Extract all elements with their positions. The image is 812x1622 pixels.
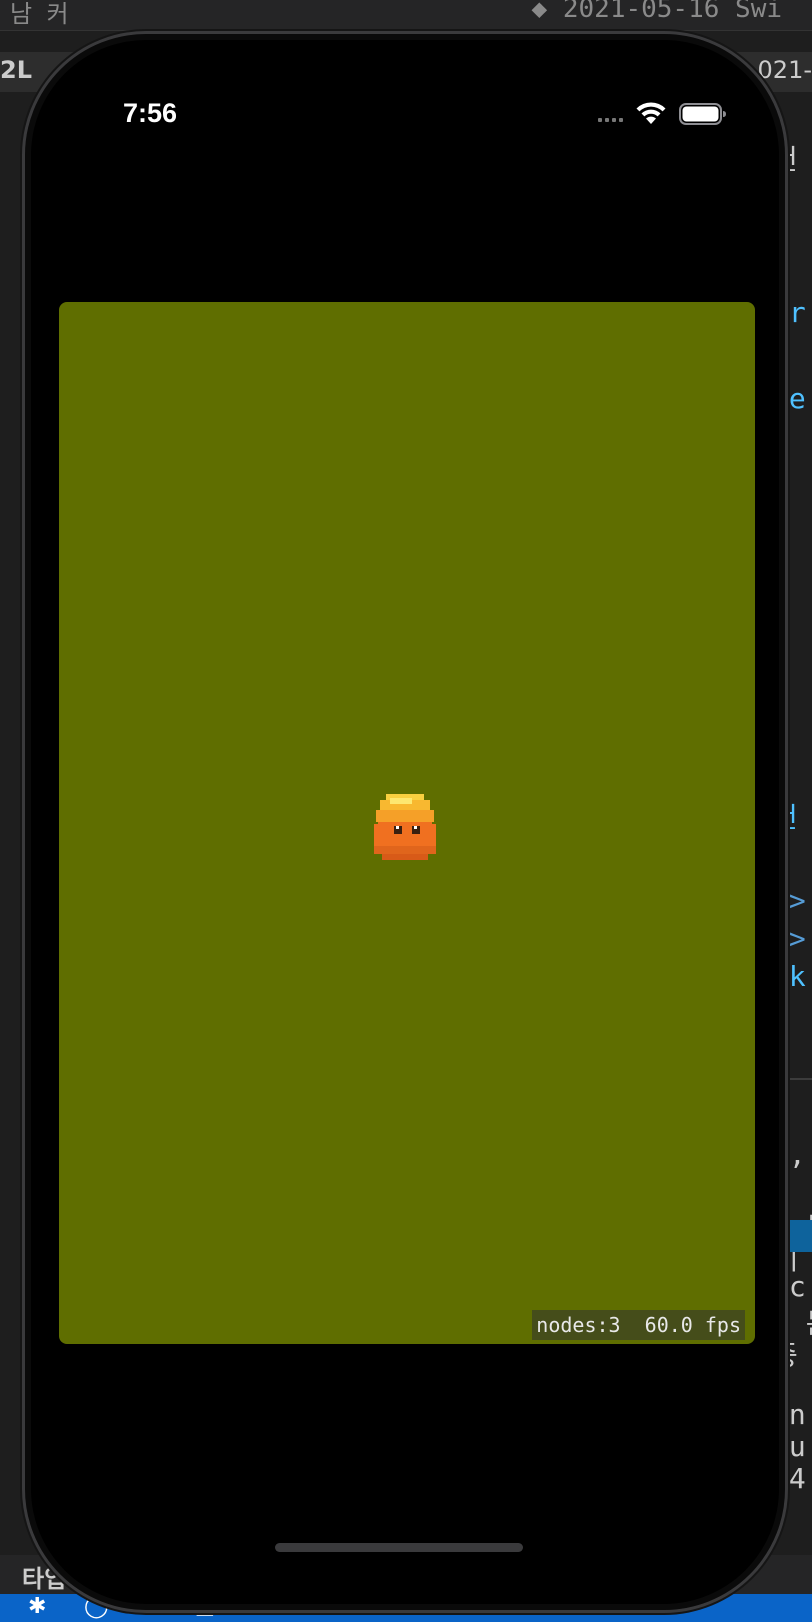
status-bar-time: 7:56 bbox=[123, 98, 178, 128]
slime-character-sprite[interactable] bbox=[372, 792, 438, 862]
battery-icon bbox=[679, 103, 726, 125]
iphone-simulator-frame: 7:56 nodes:3 60.0 fps bbox=[22, 31, 788, 1613]
debug-stats-overlay: nodes:3 60.0 fps bbox=[532, 1310, 745, 1340]
ide-editor-tab[interactable]: ◆ 2021-05-16 Swi bbox=[532, 0, 782, 24]
ide-breadcrumb-left[interactable]: 2L bbox=[0, 56, 32, 84]
ide-top-left-text: 남 커 bbox=[10, 0, 69, 28]
ide-status-remote-icon[interactable]: ✱ bbox=[28, 1594, 46, 1619]
ide-breadcrumb-right[interactable]: 021- bbox=[758, 56, 812, 84]
wifi-icon bbox=[636, 102, 666, 124]
fps-label: 60.0 fps bbox=[644, 1313, 741, 1337]
ide-top-bar: 남 커 ◆ 2021-05-16 Swi bbox=[0, 0, 812, 31]
spritekit-game-view[interactable]: nodes:3 60.0 fps bbox=[59, 302, 755, 1344]
cellular-signal-icon bbox=[598, 116, 628, 122]
node-count-label: nodes:3 bbox=[536, 1313, 621, 1337]
device-screen: 7:56 nodes:3 60.0 fps bbox=[35, 44, 775, 1600]
home-indicator[interactable] bbox=[275, 1543, 523, 1552]
